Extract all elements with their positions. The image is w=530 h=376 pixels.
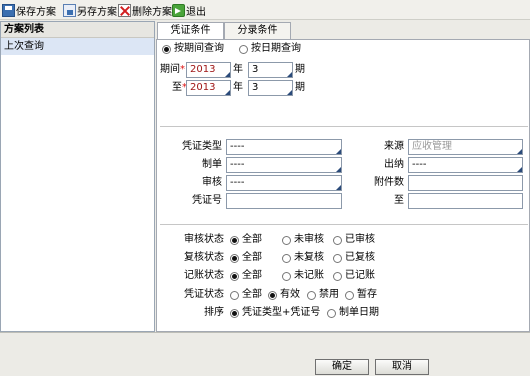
voucher-status-label: 凭证状态 <box>184 289 224 300</box>
period-from-label: 期间* <box>160 64 185 75</box>
voucher-no-field[interactable] <box>226 193 342 209</box>
from-period-field[interactable]: 3 <box>248 62 293 78</box>
posting-status-unposted-radio[interactable] <box>282 272 291 281</box>
maker-label: 制单 <box>202 159 222 170</box>
posting-status-all-radio[interactable] <box>230 272 239 281</box>
scheme-list-item[interactable]: 上次查询 <box>1 38 154 55</box>
review-status-all-radio[interactable] <box>230 254 239 263</box>
review-status-reviewed-radio[interactable] <box>333 254 342 263</box>
to-year-unit: 年 <box>233 82 243 93</box>
posting-status-posted-radio[interactable] <box>333 272 342 281</box>
tab-entry-conditions[interactable]: 分录条件 <box>224 22 291 39</box>
cashier-label: 出纳 <box>384 159 404 170</box>
attachments-to-field[interactable] <box>408 193 523 209</box>
audit-status-unaudited-label: 未审核 <box>294 234 324 245</box>
delete-icon <box>118 3 131 17</box>
section-divider <box>160 224 528 225</box>
scheme-list-panel: 方案列表 上次查询 <box>0 21 155 332</box>
voucher-status-all-radio[interactable] <box>230 291 239 300</box>
source-field[interactable]: 应收管理 <box>408 139 523 155</box>
delete-scheme-label: 删除方案 <box>132 6 172 18</box>
audit-status-all-radio[interactable] <box>230 236 239 245</box>
cancel-button[interactable]: 取消 <box>375 359 429 375</box>
save-as-icon <box>63 3 76 17</box>
save-scheme-label: 保存方案 <box>16 6 56 18</box>
voucher-status-all-label: 全部 <box>242 289 262 300</box>
review-status-all-label: 全部 <box>242 252 262 263</box>
voucher-type-label: 凭证类型 <box>182 141 222 152</box>
posting-status-label: 记账状态 <box>184 270 224 281</box>
maker-field[interactable]: ---- <box>226 157 342 173</box>
review-status-unreviewed-label: 未复核 <box>294 252 324 263</box>
voucher-status-disabled-radio[interactable] <box>307 291 316 300</box>
audit-status-audited-label: 已审核 <box>345 234 375 245</box>
review-status-unreviewed-radio[interactable] <box>282 254 291 263</box>
posting-status-posted-label: 已记账 <box>345 270 375 281</box>
sort-label: 排序 <box>204 307 224 318</box>
from-year-unit: 年 <box>233 64 243 75</box>
query-by-date-label: 按日期查询 <box>251 43 301 54</box>
delete-scheme-button[interactable]: 删除方案 <box>118 2 172 18</box>
bottom-separator <box>0 332 530 333</box>
sort-type-number-radio[interactable] <box>230 309 239 318</box>
auditor-field[interactable]: ---- <box>226 175 342 191</box>
auditor-label: 审核 <box>202 177 222 188</box>
save-icon <box>2 3 15 17</box>
to-period-field[interactable]: 3 <box>248 80 293 96</box>
attachments-label: 附件数 <box>374 177 404 188</box>
sort-date-radio[interactable] <box>327 309 336 318</box>
voucher-no-label: 凭证号 <box>192 195 222 206</box>
source-label: 来源 <box>384 141 404 152</box>
voucher-status-draft-radio[interactable] <box>345 291 354 300</box>
tab-voucher-conditions[interactable]: 凭证条件 <box>157 22 224 40</box>
toolbar: 保存方案 另存方案 删除方案 退出 <box>0 0 530 20</box>
audit-status-label: 审核状态 <box>184 234 224 245</box>
save-as-scheme-button[interactable]: 另存方案 <box>63 2 117 18</box>
scheme-list-header: 方案列表 <box>1 22 154 38</box>
query-by-period-radio[interactable] <box>162 45 171 54</box>
voucher-type-field[interactable]: ---- <box>226 139 342 155</box>
period-to-label: 至* <box>172 82 187 93</box>
section-divider <box>160 126 528 127</box>
exit-button[interactable]: 退出 <box>172 2 206 18</box>
from-year-field[interactable]: 2013 <box>186 62 231 78</box>
to-period-unit: 期 <box>295 82 305 93</box>
voucher-status-valid-label: 有效 <box>280 289 300 300</box>
from-period-unit: 期 <box>295 64 305 75</box>
voucher-status-disabled-label: 禁用 <box>319 289 339 300</box>
posting-status-all-label: 全部 <box>242 270 262 281</box>
query-by-period-label: 按期间查询 <box>174 43 224 54</box>
review-status-label: 复核状态 <box>184 252 224 263</box>
attachments-field[interactable] <box>408 175 523 191</box>
audit-status-unaudited-radio[interactable] <box>282 236 291 245</box>
to-year-field[interactable]: 2013 <box>186 80 231 96</box>
cashier-field[interactable]: ---- <box>408 157 523 173</box>
exit-label: 退出 <box>186 6 206 18</box>
posting-status-unposted-label: 未记账 <box>294 270 324 281</box>
audit-status-audited-radio[interactable] <box>333 236 342 245</box>
sort-date-label: 制单日期 <box>339 307 379 318</box>
exit-icon <box>172 3 185 17</box>
save-scheme-button[interactable]: 保存方案 <box>2 2 56 18</box>
ok-button[interactable]: 确定 <box>315 359 369 375</box>
voucher-status-valid-radio[interactable] <box>268 291 277 300</box>
attachments-to-label: 至 <box>394 195 404 206</box>
save-as-scheme-label: 另存方案 <box>77 6 117 18</box>
query-by-date-radio[interactable] <box>239 45 248 54</box>
audit-status-all-label: 全部 <box>242 234 262 245</box>
review-status-reviewed-label: 已复核 <box>345 252 375 263</box>
sort-type-number-label: 凭证类型+凭证号 <box>242 307 321 318</box>
voucher-status-draft-label: 暂存 <box>357 289 377 300</box>
